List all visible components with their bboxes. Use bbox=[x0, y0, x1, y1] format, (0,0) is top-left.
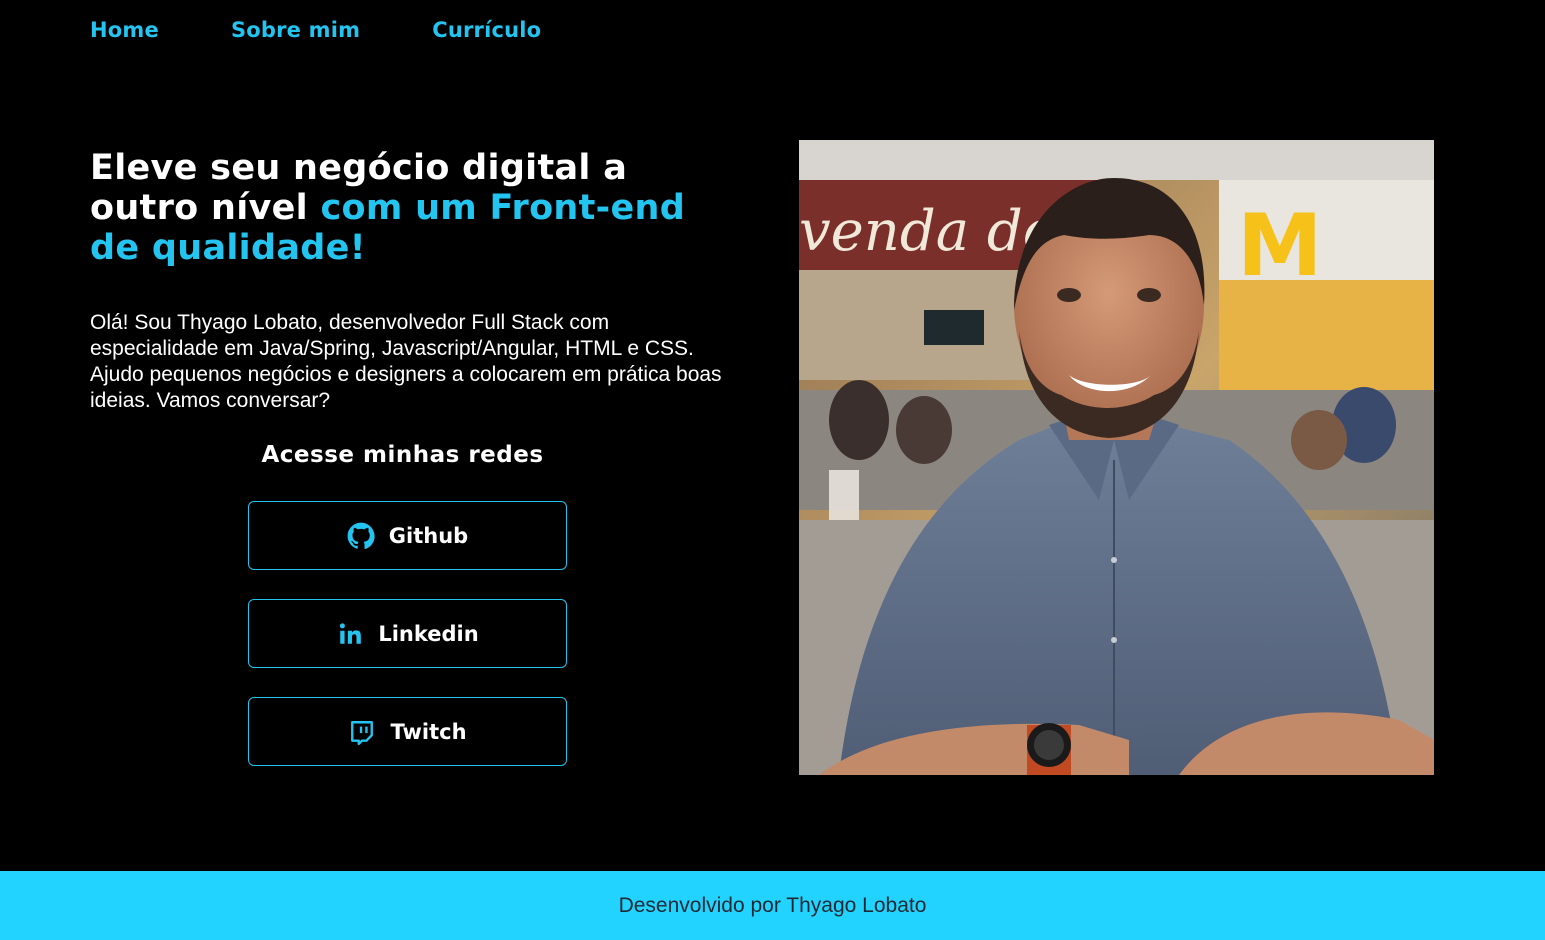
social-section: Acesse minhas redes Github Linkedin Twit… bbox=[248, 442, 567, 766]
hero-section: Eleve seu negócio digital a outro nível … bbox=[90, 148, 740, 414]
profile-photo: venda do Co M bbox=[799, 140, 1434, 775]
github-icon bbox=[347, 522, 375, 550]
github-button[interactable]: Github bbox=[248, 501, 567, 570]
footer-text: Desenvolvido por Thyago Lobato bbox=[618, 893, 927, 917]
nav-about-link[interactable]: Sobre mim bbox=[231, 18, 360, 42]
twitch-label: Twitch bbox=[390, 719, 467, 744]
twitch-button[interactable]: Twitch bbox=[248, 697, 567, 766]
top-nav: Home Sobre mim Currículo bbox=[90, 18, 613, 42]
hero-headline: Eleve seu negócio digital a outro nível … bbox=[90, 148, 740, 268]
linkedin-button[interactable]: Linkedin bbox=[248, 599, 567, 668]
social-title: Acesse minhas redes bbox=[261, 442, 544, 468]
footer: Desenvolvido por Thyago Lobato bbox=[0, 871, 1545, 940]
hero-intro: Olá! Sou Thyago Lobato, desenvolvedor Fu… bbox=[90, 311, 722, 412]
twitch-icon bbox=[348, 718, 376, 746]
linkedin-label: Linkedin bbox=[378, 621, 479, 646]
linkedin-icon bbox=[336, 620, 364, 648]
github-label: Github bbox=[388, 523, 469, 548]
nav-resume-link[interactable]: Currículo bbox=[432, 18, 541, 42]
nav-home-link[interactable]: Home bbox=[90, 18, 159, 42]
